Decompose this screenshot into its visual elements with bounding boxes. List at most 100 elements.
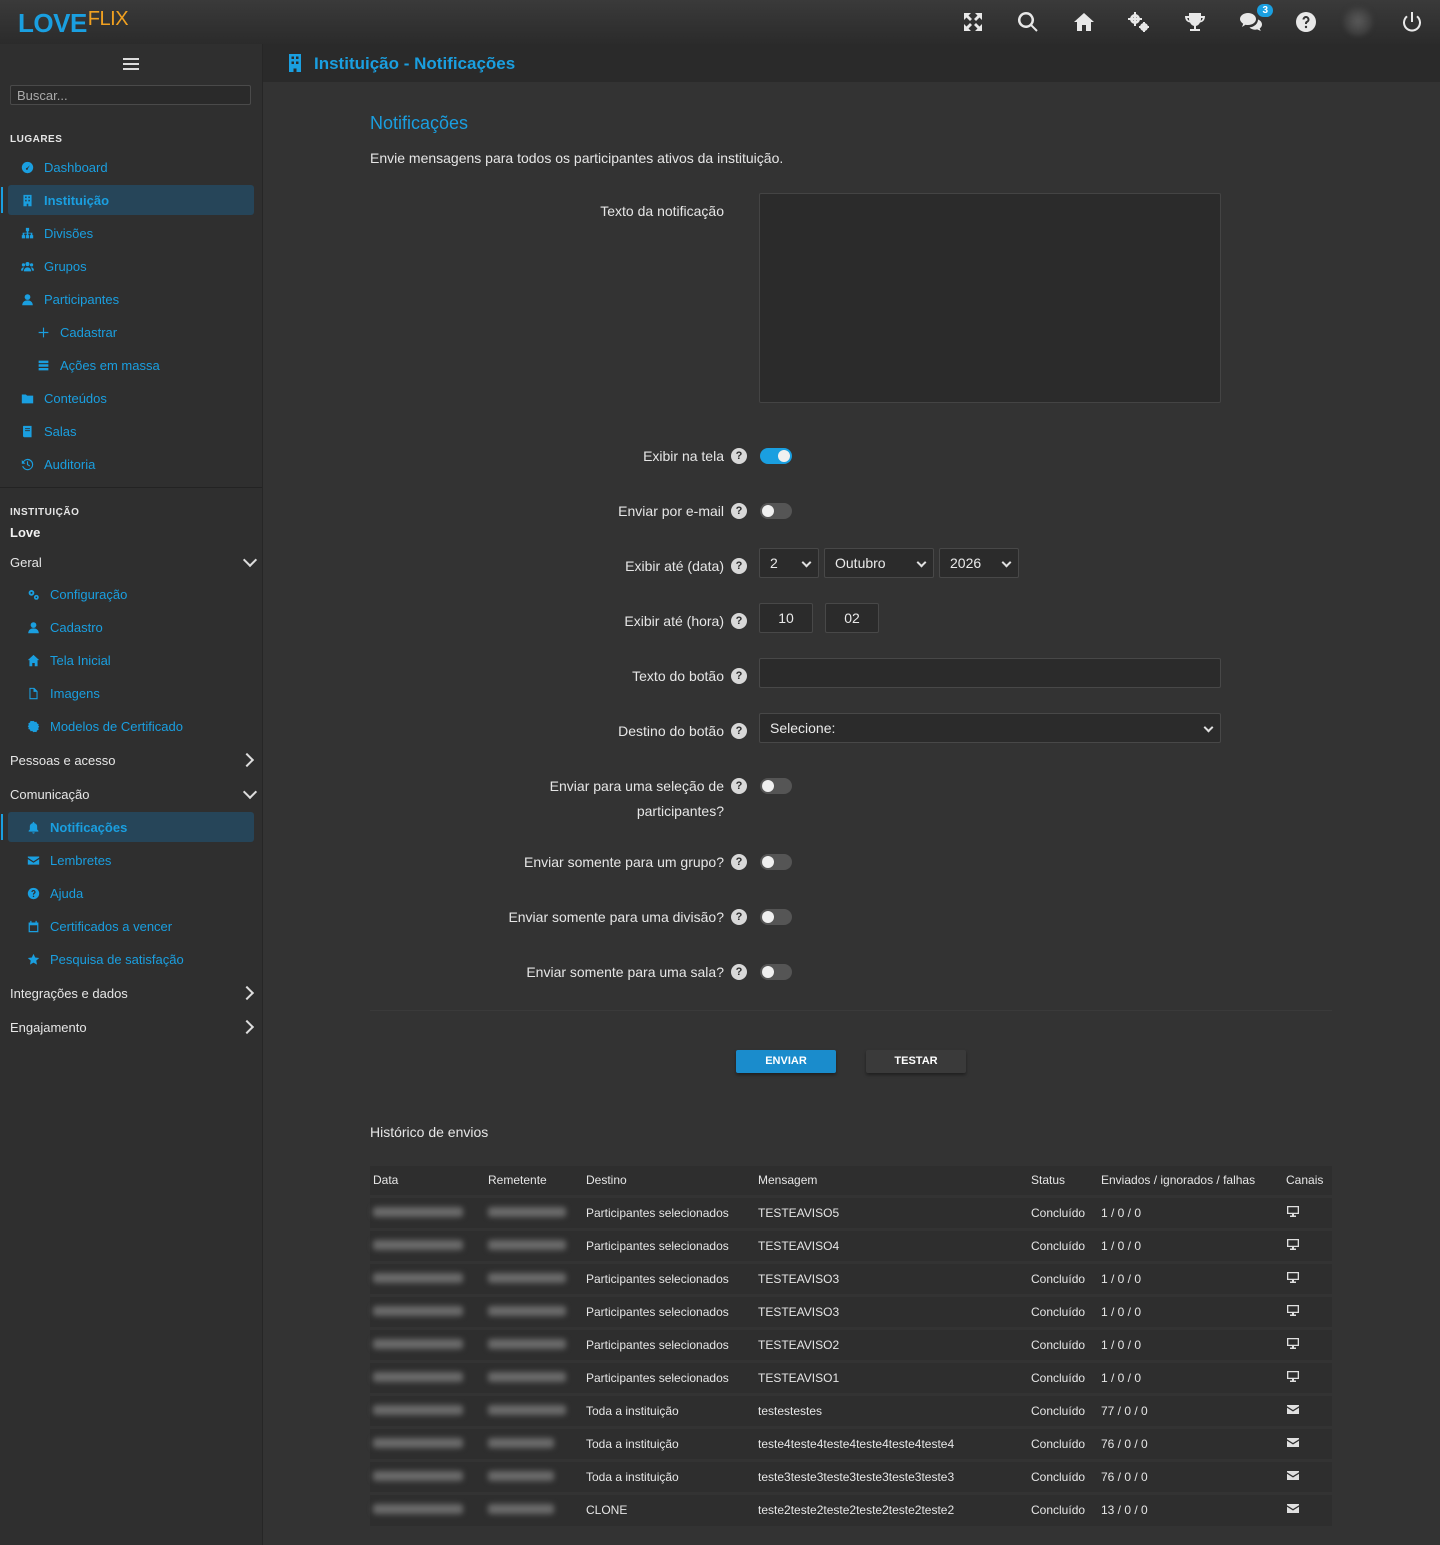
users-icon [20, 259, 34, 273]
sidebar-item-lembretes[interactable]: Lembretes [0, 845, 262, 875]
hamburger-menu-icon[interactable] [123, 58, 139, 72]
sidebar-item-imagens[interactable]: Imagens [0, 678, 262, 708]
sidebar-item-certificados-a-vencer[interactable]: Certificados a vencer [0, 911, 262, 941]
table-row: Toda a instituição teste4teste4teste4test… [370, 1425, 1332, 1460]
section-description: Envie mensagens para todos os participan… [370, 150, 784, 166]
sidebar-item-acoes-em-massa[interactable]: Ações em massa [0, 350, 262, 380]
power-icon[interactable] [1398, 8, 1426, 36]
sidebar-item-notificacoes[interactable]: Notificações [1, 812, 254, 842]
send-button[interactable]: ENVIAR [736, 1050, 836, 1073]
help-icon[interactable]: ? [731, 909, 747, 925]
sidebar-search-input[interactable] [10, 85, 251, 105]
help-icon[interactable]: ? [731, 964, 747, 980]
cell-status: Concluído [1028, 1359, 1098, 1394]
sidebar-item-auditoria[interactable]: Auditoria [0, 449, 262, 479]
cell-remetente [485, 1194, 583, 1229]
star-icon [26, 952, 40, 966]
day-select[interactable]: 2 [759, 548, 819, 578]
button-text-input[interactable] [759, 658, 1221, 688]
chevron-right-icon [239, 985, 255, 1001]
column-header[interactable]: Canais [1283, 1166, 1332, 1196]
cell-destino: Toda a instituição [583, 1458, 755, 1493]
date-redacted [373, 1470, 463, 1481]
year-select[interactable]: 2026 [939, 548, 1019, 578]
sidebar-item-instituicao[interactable]: Instituição [1, 185, 254, 215]
gears-icon [26, 587, 40, 601]
cell-counts: 1 / 0 / 0 [1098, 1293, 1283, 1328]
sidebar-group-integracoes-e-dados[interactable]: Integrações e dados [10, 978, 258, 1008]
cell-data [370, 1194, 485, 1229]
help-icon[interactable]: ? [731, 558, 747, 574]
cell-data [370, 1425, 485, 1460]
minute-input[interactable]: 02 [825, 603, 879, 633]
button-destination-select[interactable]: Selecione: [759, 713, 1221, 743]
sidebar-item-pesquisa-de-satisfacao[interactable]: Pesquisa de satisfação [0, 944, 262, 974]
column-header[interactable]: Status [1028, 1166, 1098, 1196]
chat-icon[interactable]: 3 [1237, 4, 1273, 36]
help-icon[interactable]: ? [731, 668, 747, 684]
page-title: Instituição - Notificações [314, 54, 516, 73]
sidebar-group-pessoas-e-acesso[interactable]: Pessoas e acesso [10, 745, 258, 775]
help-icon[interactable]: ? [731, 723, 747, 739]
places-section-title: LUGARES [10, 134, 63, 145]
sidebar-item-divisoes[interactable]: Divisões [0, 218, 262, 248]
screen-icon [1287, 1238, 1299, 1253]
column-header[interactable]: Remetente [485, 1166, 583, 1196]
sidebar-item-dashboard[interactable]: Dashboard [0, 152, 262, 182]
sidebar-item-ajuda[interactable]: Ajuda [0, 878, 262, 908]
sidebar-item-label: Conteúdos [44, 390, 107, 406]
sidebar-item-participantes[interactable]: Participantes [0, 284, 262, 314]
help-icon[interactable]: ? [731, 854, 747, 870]
test-button[interactable]: TESTAR [866, 1050, 966, 1073]
column-header[interactable]: Data [370, 1166, 485, 1196]
enviar-email-toggle[interactable] [760, 503, 792, 519]
sidebar-item-grupos[interactable]: Grupos [0, 251, 262, 281]
bell-icon [26, 820, 40, 834]
enviar-grupo-toggle[interactable] [760, 854, 792, 870]
sidebar-item-salas[interactable]: Salas [0, 416, 262, 446]
search-icon[interactable] [1014, 8, 1042, 36]
exibir-na-tela-toggle[interactable] [760, 448, 792, 464]
month-select[interactable]: Outubro [824, 548, 934, 578]
cell-data [370, 1293, 485, 1328]
enviar-selecao-toggle[interactable] [760, 778, 792, 794]
table-row: Participantes selecionados TESTEAVISO1 Con… [370, 1359, 1332, 1394]
sidebar-group-engajamento[interactable]: Engajamento [10, 1012, 258, 1042]
help-icon[interactable]: ? [731, 503, 747, 519]
notification-text-area[interactable] [759, 193, 1221, 403]
sidebar-group-geral[interactable]: Geral [10, 547, 258, 577]
label-enviar-sala: Enviar somente para uma sala? [526, 964, 724, 980]
sidebar-item-label: Lembretes [50, 852, 112, 868]
chevron-down-icon [242, 552, 258, 567]
column-header[interactable]: Mensagem [755, 1166, 1028, 1196]
trophy-icon[interactable] [1181, 8, 1209, 36]
sender-redacted [488, 1437, 554, 1448]
enviar-divisao-toggle[interactable] [760, 909, 792, 925]
list-icon [36, 358, 50, 372]
sidebar-item-modelos-de-certificado[interactable]: Modelos de Certificado [0, 711, 262, 741]
column-header[interactable]: Enviados / ignorados / falhas [1098, 1166, 1283, 1196]
app-logo[interactable]: LOVEFLIX [18, 8, 129, 38]
sidebar-item-cadastrar[interactable]: Cadastrar [0, 317, 262, 347]
table-row: Participantes selecionados TESTEAVISO3 Con… [370, 1260, 1332, 1295]
help-icon[interactable]: ? [731, 778, 747, 794]
column-header[interactable]: Destino [583, 1166, 755, 1196]
sidebar-item-conteudos[interactable]: Conteúdos [0, 383, 262, 413]
enviar-sala-toggle[interactable] [760, 964, 792, 980]
label-enviar-grupo: Enviar somente para um grupo? [524, 854, 724, 870]
sidebar-group-comunicacao[interactable]: Comunicação [10, 779, 258, 809]
label-texto-notificacao: Texto da notificação [600, 203, 724, 219]
sidebar-item-tela-inicial[interactable]: Tela Inicial [0, 645, 262, 675]
help-icon[interactable]: ? [731, 613, 747, 629]
fullscreen-icon[interactable] [959, 8, 987, 36]
hour-input[interactable]: 10 [759, 603, 813, 633]
avatar[interactable] [1343, 6, 1373, 36]
sidebar-item-configuracao[interactable]: Configuração [0, 579, 262, 609]
help-icon[interactable]: ? [731, 448, 747, 464]
gears-icon[interactable] [1125, 8, 1153, 36]
help-icon[interactable] [1292, 8, 1320, 36]
home-icon[interactable] [1070, 8, 1098, 36]
sidebar-item-cadastro[interactable]: Cadastro [0, 612, 262, 642]
group-label: Comunicação [10, 786, 90, 802]
cell-remetente [485, 1293, 583, 1328]
